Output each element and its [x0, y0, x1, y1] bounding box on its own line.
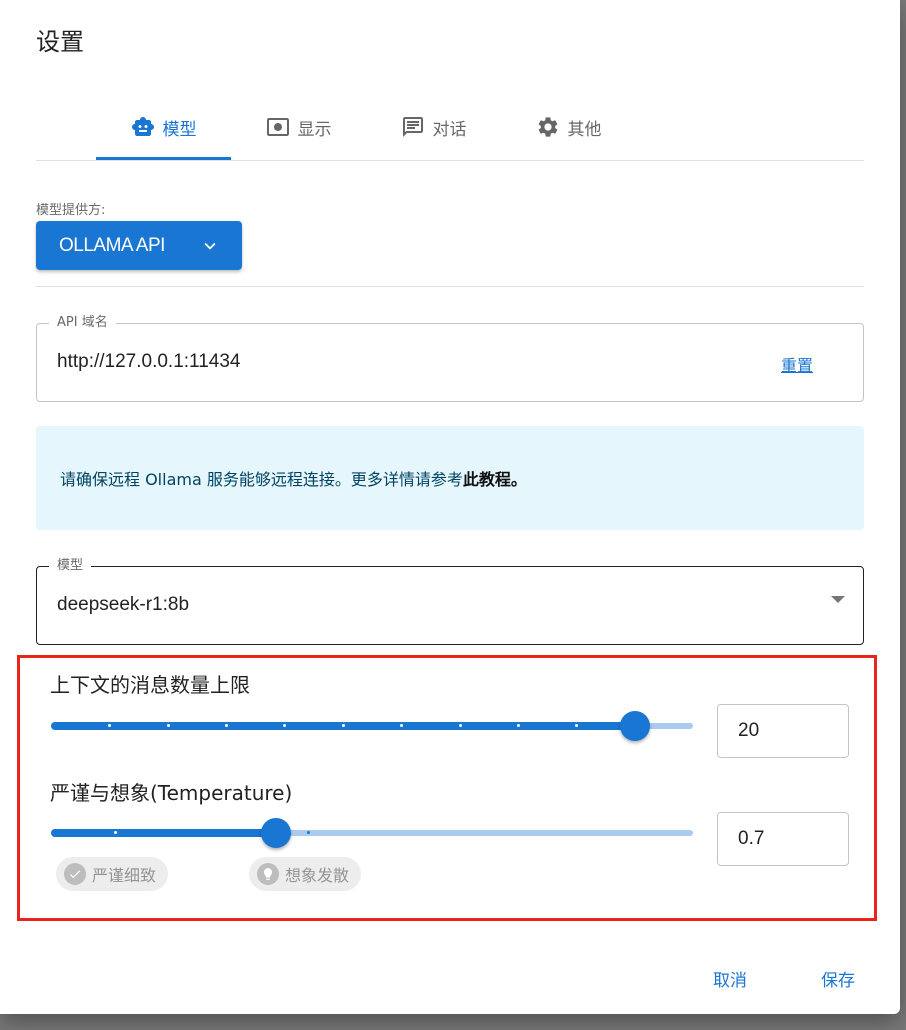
tab-model[interactable]: 模型: [96, 96, 231, 158]
tab-chat-label: 对话: [432, 119, 467, 140]
tab-indicator: [96, 157, 231, 160]
api-host-legend: API 域名: [49, 314, 116, 332]
tab-model-label: 模型: [162, 119, 197, 140]
settings-dialog: 设置 模型 显示 对话 其他 模型提供方: OLLAMA API API 域名 …: [0, 0, 900, 1014]
api-host-field: API 域名 重置: [36, 314, 864, 402]
gear-icon: [536, 115, 560, 139]
tab-chat[interactable]: 对话: [366, 96, 501, 158]
alert-text: 请确保远程 Ollama 服务能够远程连接。更多详情请参考: [60, 470, 463, 489]
divider: [36, 286, 864, 287]
tab-other-label: 其他: [567, 119, 602, 140]
reset-button[interactable]: 重置: [781, 352, 813, 376]
robot-icon: [131, 115, 155, 139]
tab-display-label: 显示: [297, 119, 332, 140]
provider-dropdown-button[interactable]: OLLAMA API: [36, 221, 242, 270]
model-value: deepseek-r1:8b: [57, 594, 190, 615]
dropdown-arrow-icon: [831, 596, 845, 603]
provider-label: 模型提供方:: [36, 203, 106, 218]
cancel-button[interactable]: 取消: [705, 962, 755, 995]
save-button[interactable]: 保存: [813, 962, 863, 995]
tutorial-link[interactable]: 此教程: [463, 470, 511, 489]
highlight-box: [17, 655, 877, 921]
model-legend: 模型: [49, 557, 92, 575]
alert-suffix: 。: [510, 470, 527, 489]
tab-display[interactable]: 显示: [231, 96, 366, 158]
dialog-title: 设置: [36, 28, 84, 56]
alert-message: 请确保远程 Ollama 服务能够远程连接。更多详情请参考此教程。: [60, 466, 527, 490]
chat-icon: [401, 115, 425, 139]
tab-other[interactable]: 其他: [501, 96, 636, 158]
tab-bar: 模型 显示 对话 其他: [36, 96, 864, 161]
api-host-input[interactable]: [57, 351, 657, 373]
model-select[interactable]: 模型 deepseek-r1:8b: [36, 557, 864, 645]
display-icon: [266, 115, 290, 139]
provider-value: OLLAMA API: [59, 234, 165, 256]
info-alert: 请确保远程 Ollama 服务能够远程连接。更多详情请参考此教程。: [36, 426, 864, 530]
